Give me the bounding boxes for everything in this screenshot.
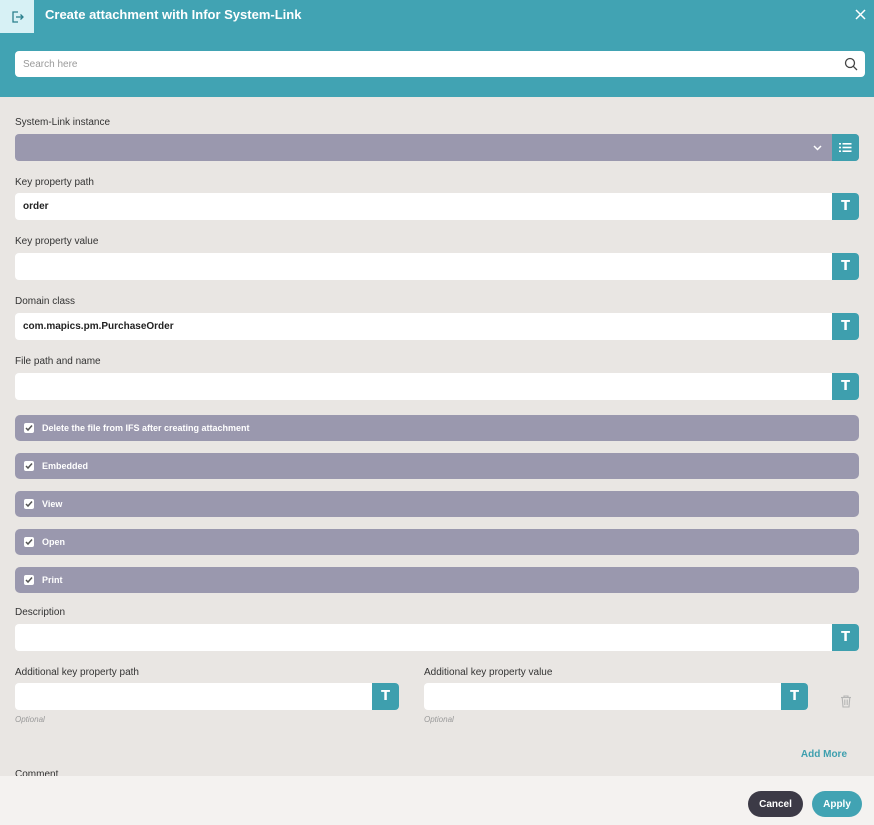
- key-property-path-field: T: [15, 193, 859, 220]
- text-type-button[interactable]: T: [832, 193, 859, 220]
- additional-key-value-input[interactable]: [424, 683, 781, 710]
- text-type-button[interactable]: T: [372, 683, 399, 710]
- domain-class-input[interactable]: [15, 313, 832, 340]
- additional-key-value-field: T: [424, 683, 808, 710]
- file-path-field: T: [15, 373, 859, 400]
- checkbox-label: Open: [42, 537, 66, 547]
- checkbox-print[interactable]: Print: [15, 567, 859, 593]
- description-input[interactable]: [15, 624, 832, 651]
- checkbox-label: Delete the file from IFS after creating …: [42, 423, 250, 433]
- exit-icon[interactable]: [0, 0, 34, 33]
- list-button[interactable]: [832, 134, 859, 161]
- checkbox-checked-icon[interactable]: [24, 575, 34, 585]
- checkbox-label: View: [42, 499, 63, 509]
- system-link-instance-select[interactable]: [15, 134, 859, 161]
- trash-icon[interactable]: [839, 694, 853, 708]
- dialog-footer: [0, 776, 874, 825]
- checkbox-label: Embedded: [42, 461, 89, 471]
- optional-hint: Optional: [15, 715, 45, 724]
- text-type-button[interactable]: T: [832, 313, 859, 340]
- text-type-button[interactable]: T: [832, 373, 859, 400]
- checkbox-open[interactable]: Open: [15, 529, 859, 555]
- optional-hint: Optional: [424, 715, 454, 724]
- cancel-button[interactable]: Cancel: [748, 791, 803, 817]
- search-input[interactable]: [15, 51, 865, 77]
- checkbox-view[interactable]: View: [15, 491, 859, 517]
- system-link-instance-label: System-Link instance: [15, 117, 111, 128]
- close-icon[interactable]: [852, 6, 868, 22]
- description-field: T: [15, 624, 859, 651]
- chevron-down-icon[interactable]: [812, 142, 823, 153]
- file-path-label: File path and name: [15, 356, 101, 367]
- file-path-input[interactable]: [15, 373, 832, 400]
- key-property-value-label: Key property value: [15, 236, 99, 247]
- text-type-button[interactable]: T: [832, 624, 859, 651]
- checkbox-checked-icon[interactable]: [24, 537, 34, 547]
- domain-class-label: Domain class: [15, 296, 76, 307]
- checkbox-delete-file[interactable]: Delete the file from IFS after creating …: [15, 415, 859, 441]
- dialog-title: Create attachment with Infor System-Link: [45, 7, 302, 22]
- search-box: [15, 51, 865, 77]
- checkbox-checked-icon[interactable]: [24, 423, 34, 433]
- text-type-button[interactable]: T: [781, 683, 808, 710]
- additional-key-path-input[interactable]: [15, 683, 372, 710]
- text-type-button[interactable]: T: [832, 253, 859, 280]
- checkbox-label: Print: [42, 575, 63, 585]
- key-property-value-field: T: [15, 253, 859, 280]
- additional-key-value-label: Additional key property value: [424, 667, 553, 678]
- list-icon: [839, 143, 852, 152]
- key-property-value-input[interactable]: [15, 253, 832, 280]
- checkbox-checked-icon[interactable]: [24, 461, 34, 471]
- additional-key-path-label: Additional key property path: [15, 667, 139, 678]
- checkbox-checked-icon[interactable]: [24, 499, 34, 509]
- add-more-link[interactable]: Add More: [801, 749, 847, 760]
- description-label: Description: [15, 607, 66, 618]
- apply-button[interactable]: Apply: [812, 791, 862, 817]
- dialog-header: Create attachment with Infor System-Link: [0, 0, 874, 97]
- key-property-path-label: Key property path: [15, 177, 94, 188]
- additional-key-path-field: T: [15, 683, 399, 710]
- domain-class-field: T: [15, 313, 859, 340]
- key-property-path-input[interactable]: [15, 193, 832, 220]
- search-icon[interactable]: [844, 57, 858, 71]
- checkbox-embedded[interactable]: Embedded: [15, 453, 859, 479]
